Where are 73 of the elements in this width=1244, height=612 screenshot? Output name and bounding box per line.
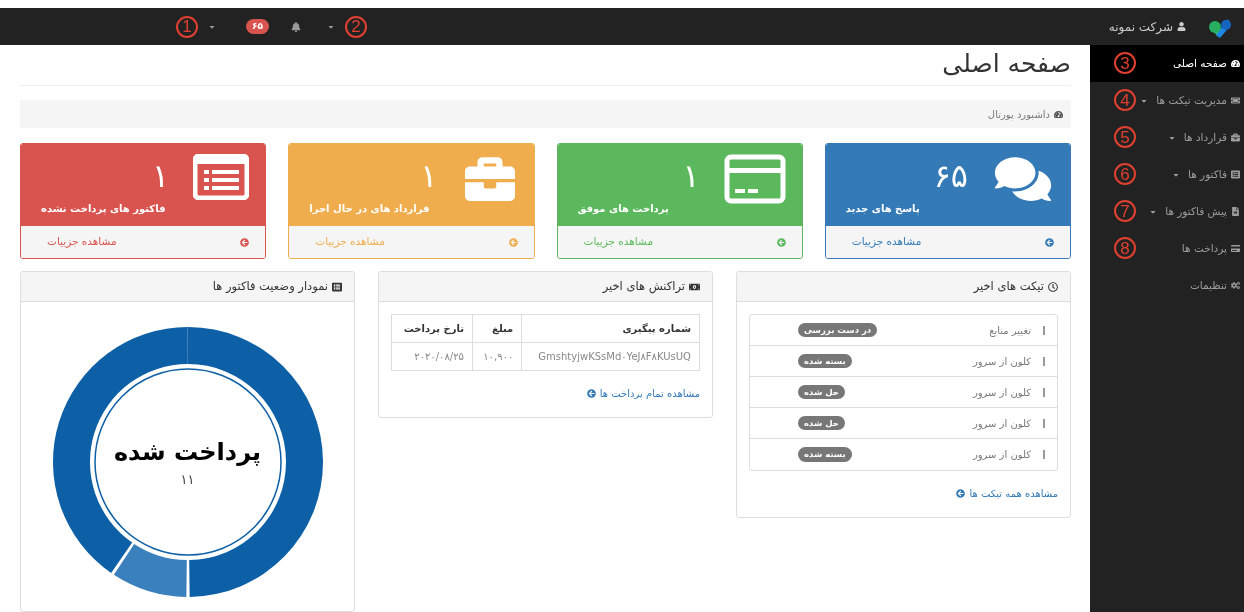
callout-marker: 6 [1114, 163, 1136, 185]
card-icon [1231, 244, 1240, 253]
list-window-icon [193, 154, 250, 200]
callout-marker: 1 [176, 15, 198, 38]
ticket-subject: کلون از سرور [972, 416, 1031, 431]
callout-marker: 5 [1114, 126, 1136, 148]
stat-count: ۱ [151, 156, 171, 197]
table-cell: GmshtyjwKSsMd۰YeJ۸F۸KUsUQ [521, 342, 700, 371]
ticket-icon [1231, 96, 1240, 105]
sidebar-item[interactable]: فاکتور ها [1172, 166, 1240, 183]
gears-icon [1231, 281, 1240, 290]
status-badge: بسته شده [798, 353, 852, 369]
sidebar-item[interactable]: تنظیمات [1189, 277, 1240, 294]
callout-marker: 7 [1114, 200, 1136, 222]
status-badge: در دست بررسی [798, 322, 878, 338]
banknote-icon [689, 281, 700, 292]
table-cell: ۲۰۲۰/۰۸/۲۵ [391, 342, 473, 371]
ticket-row[interactable]: کلون از سرور حل شده [750, 408, 1057, 439]
document-icon [1231, 207, 1240, 216]
all-payments-link[interactable]: مشاهده تمام پرداخت ها [391, 386, 700, 401]
list-icon [332, 281, 342, 292]
column-header: تارخ پرداخت [391, 314, 473, 343]
stat-label: پاسخ های جدید [845, 202, 920, 216]
stat-label: قرارداد های در حال اجرا [309, 202, 430, 216]
panel-title: تیکت های اخیر [973, 277, 1044, 295]
column-header: مبلغ [472, 314, 522, 343]
stat-label: فاکتور های پرداخت نشده [41, 202, 166, 216]
ticket-subject: کلون از سرور [972, 385, 1031, 400]
gauge-icon [1231, 59, 1240, 68]
stat-count: ۶۵ [932, 156, 969, 197]
all-tickets-link[interactable]: مشاهده همه تیکت ها [749, 486, 1058, 501]
column-header: شماره پیگیری [521, 314, 700, 343]
status-badge: حل شده [798, 384, 845, 400]
stat-label: پرداخت های موفق [577, 202, 669, 216]
company-menu[interactable]: شرکت نمونه [1108, 17, 1186, 36]
sidebar-item[interactable]: صفحه اصلی [1172, 55, 1240, 72]
list-icon [1231, 170, 1240, 179]
bell-icon[interactable] [291, 21, 301, 32]
callout-marker: 3 [1114, 52, 1136, 74]
chat-bubbles-icon [992, 154, 1054, 204]
page-title: صفحه اصلی [941, 48, 1071, 80]
details-link[interactable]: مشاهده جزییات [21, 226, 266, 258]
chart-center-label: پرداخت شده [113, 436, 262, 468]
callout-marker: 8 [1114, 237, 1136, 259]
breadcrumb: داشبورد پورتال [987, 107, 1050, 122]
sidebar-item[interactable]: پرداخت ها [1181, 240, 1240, 257]
sidebar-item[interactable]: مدیریت تیکت ها [1140, 92, 1240, 109]
sidebar-item[interactable]: قرارداد ها [1167, 129, 1240, 146]
chart-center-value: ۱۱ [180, 470, 195, 489]
ticket-subject: کلون از سرور [972, 354, 1031, 369]
ticket-row[interactable]: کلون از سرور بسته شده [750, 346, 1057, 377]
briefcase-icon [1231, 133, 1240, 142]
credit-card-icon [723, 154, 786, 204]
user-icon [1177, 22, 1186, 31]
details-link[interactable]: مشاهده جزییات [825, 226, 1070, 258]
stat-count: ۱ [681, 156, 701, 197]
ticket-subject: کلون از سرور [972, 448, 1031, 462]
panel-title: تراکنش های اخیر [602, 277, 685, 296]
ticket-row[interactable]: کلون از سرور حل شده [750, 377, 1057, 408]
status-badge: بسته شده [798, 447, 852, 462]
ticket-row[interactable]: تغییر منابع در دست بررسی [750, 315, 1057, 346]
stat-count: ۱ [419, 156, 439, 197]
ticket-subject: تغییر منابع [989, 323, 1031, 338]
gauge-icon [1054, 109, 1063, 119]
clock-icon [1048, 281, 1058, 292]
ticket-row[interactable]: کلون از سرور بسته شده [750, 439, 1057, 470]
notification-badge[interactable]: ۶۵ [246, 18, 269, 35]
panel-title: نمودار وضعیت فاکتور ها [212, 277, 328, 295]
callout-marker: 2 [345, 15, 367, 38]
sidebar-item[interactable]: پیش فاکتور ها [1149, 203, 1240, 220]
status-badge: حل شده [798, 415, 845, 431]
callout-marker: 4 [1114, 89, 1136, 111]
table-cell: ۱۰,۹۰۰ [472, 342, 522, 371]
